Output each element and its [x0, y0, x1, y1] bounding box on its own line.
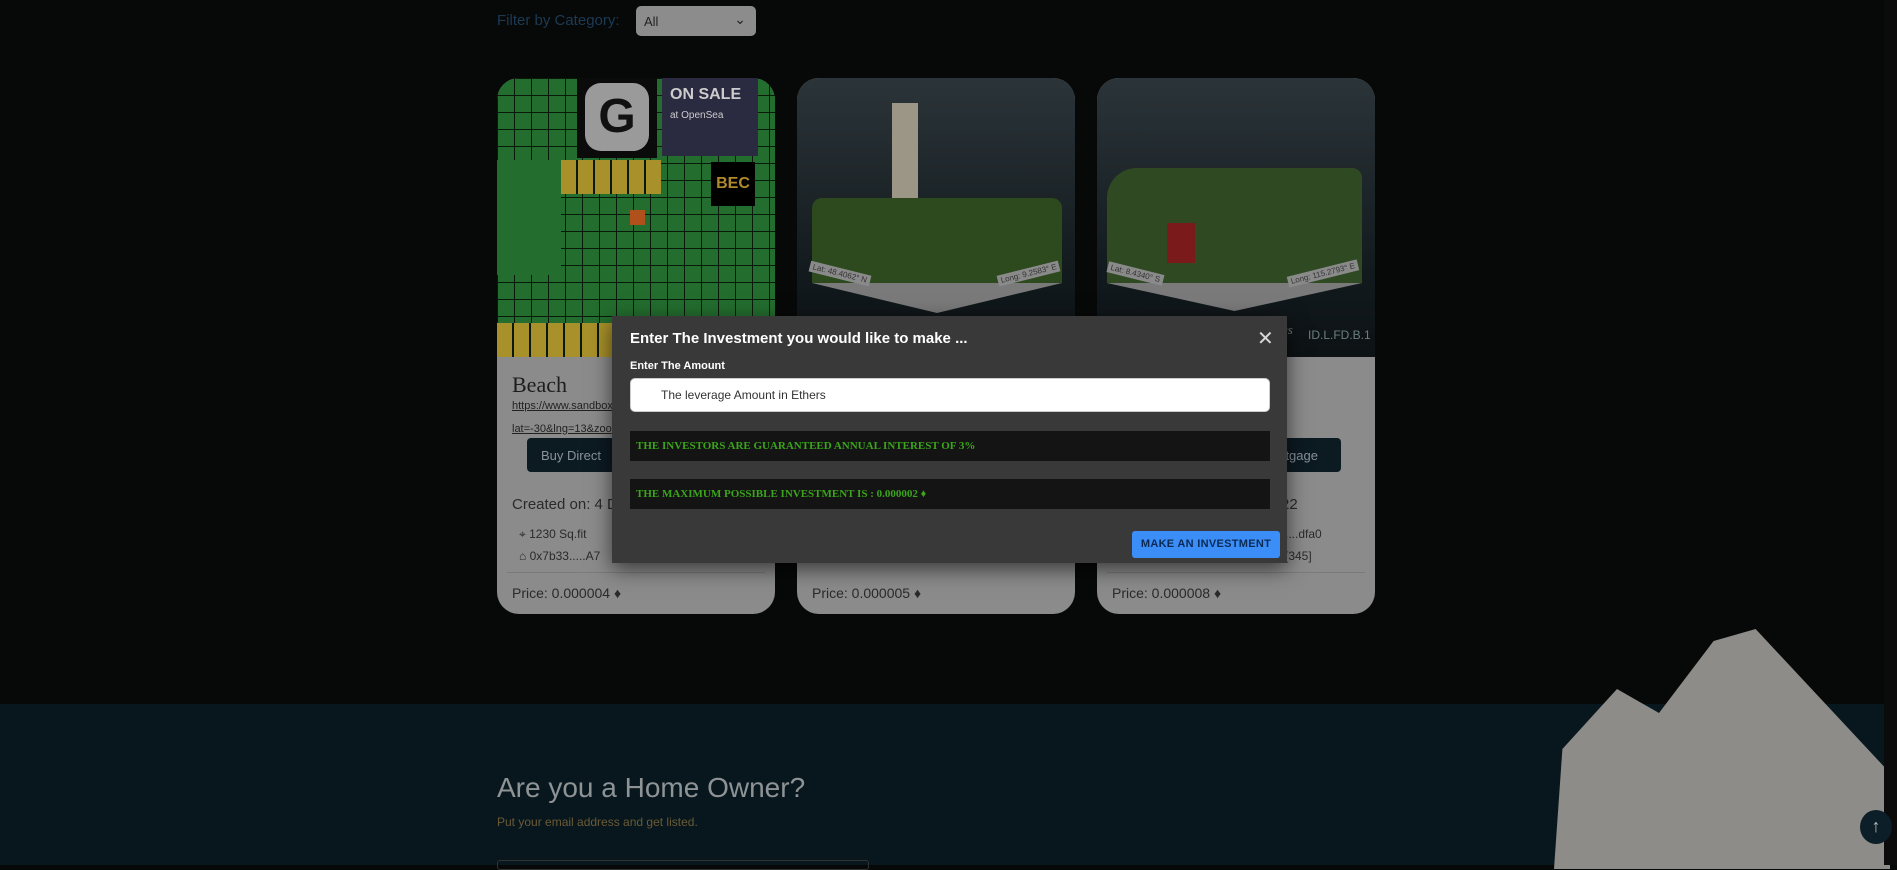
price: Price: 0.000005 ♦ — [812, 585, 922, 601]
email-input[interactable] — [497, 860, 869, 870]
filter-label: Filter by Category: — [497, 12, 620, 29]
area: 1230 Sq.fit — [529, 527, 587, 541]
ethereum-icon: ♦ — [913, 585, 922, 601]
card-title: Beach — [512, 372, 567, 397]
terrain-base — [812, 283, 1062, 313]
ethereum-icon: ♦ — [920, 488, 927, 500]
arrow-up-icon: ↑ — [1871, 816, 1881, 836]
amount-input[interactable] — [630, 378, 1270, 412]
terrain-base — [1107, 283, 1362, 311]
home-owner-title: Are you a Home Owner? — [497, 772, 806, 803]
chevron-down-icon: ⌄ — [734, 11, 746, 27]
home-icon: ⌂ — [519, 549, 530, 563]
property-id: ID.L.FD.B.1 — [1308, 328, 1371, 342]
interest-note: THE INVESTORS ARE GUARANTEED ANNUAL INTE… — [630, 431, 1270, 461]
card-link[interactable]: lat=-30&lng=13&zoo — [512, 423, 612, 435]
buy-direct-button[interactable]: Buy Direct — [527, 438, 615, 472]
category-select-value: All — [644, 14, 659, 29]
area-icon: ⌖ — [519, 527, 530, 541]
owner-address: 0x7b33.....A7 — [529, 549, 601, 563]
home-owner-subtitle: Put your email address and get listed. — [497, 815, 698, 829]
building-image — [1554, 629, 1890, 869]
g-logo: G — [577, 78, 657, 158]
yellow-plots — [561, 160, 661, 194]
modal-title: Enter The Investment you would like to m… — [630, 330, 968, 347]
make-investment-button[interactable]: MAKE AN INVESTMENT — [1132, 531, 1280, 558]
scroll-to-top-button[interactable]: ↑ — [1860, 810, 1892, 844]
max-investment-note: THE MAXIMUM POSSIBLE INVESTMENT IS : 0.0… — [630, 479, 1270, 509]
created-date: Created on: 4 De — [512, 496, 627, 513]
person — [1167, 223, 1195, 263]
on-sale-banner: ON SALE at OpenSea — [662, 78, 758, 156]
token-id: [345] — [1285, 549, 1312, 563]
category-select[interactable]: All ⌄ — [636, 6, 756, 36]
ethereum-icon: ♦ — [613, 585, 622, 601]
divider — [1107, 572, 1365, 573]
terraces — [1107, 168, 1362, 283]
card-link[interactable]: https://www.sandbox — [512, 400, 613, 412]
price: Price: 0.000004 ♦ — [512, 585, 622, 601]
investment-modal: Enter The Investment you would like to m… — [612, 316, 1287, 563]
owner-address: ....dfa0 — [1285, 527, 1322, 541]
ethereum-icon: ♦ — [1213, 585, 1222, 601]
home-owner-section — [0, 629, 1890, 869]
close-icon[interactable]: ✕ — [1257, 326, 1274, 351]
bec-logo: BEC — [711, 162, 755, 206]
orange-plot — [630, 210, 645, 225]
green-plot — [497, 160, 561, 275]
scrollbar[interactable] — [1884, 0, 1897, 865]
divider — [507, 572, 765, 573]
price: Price: 0.000008 ♦ — [1112, 585, 1222, 601]
amount-label: Enter The Amount — [630, 360, 725, 372]
